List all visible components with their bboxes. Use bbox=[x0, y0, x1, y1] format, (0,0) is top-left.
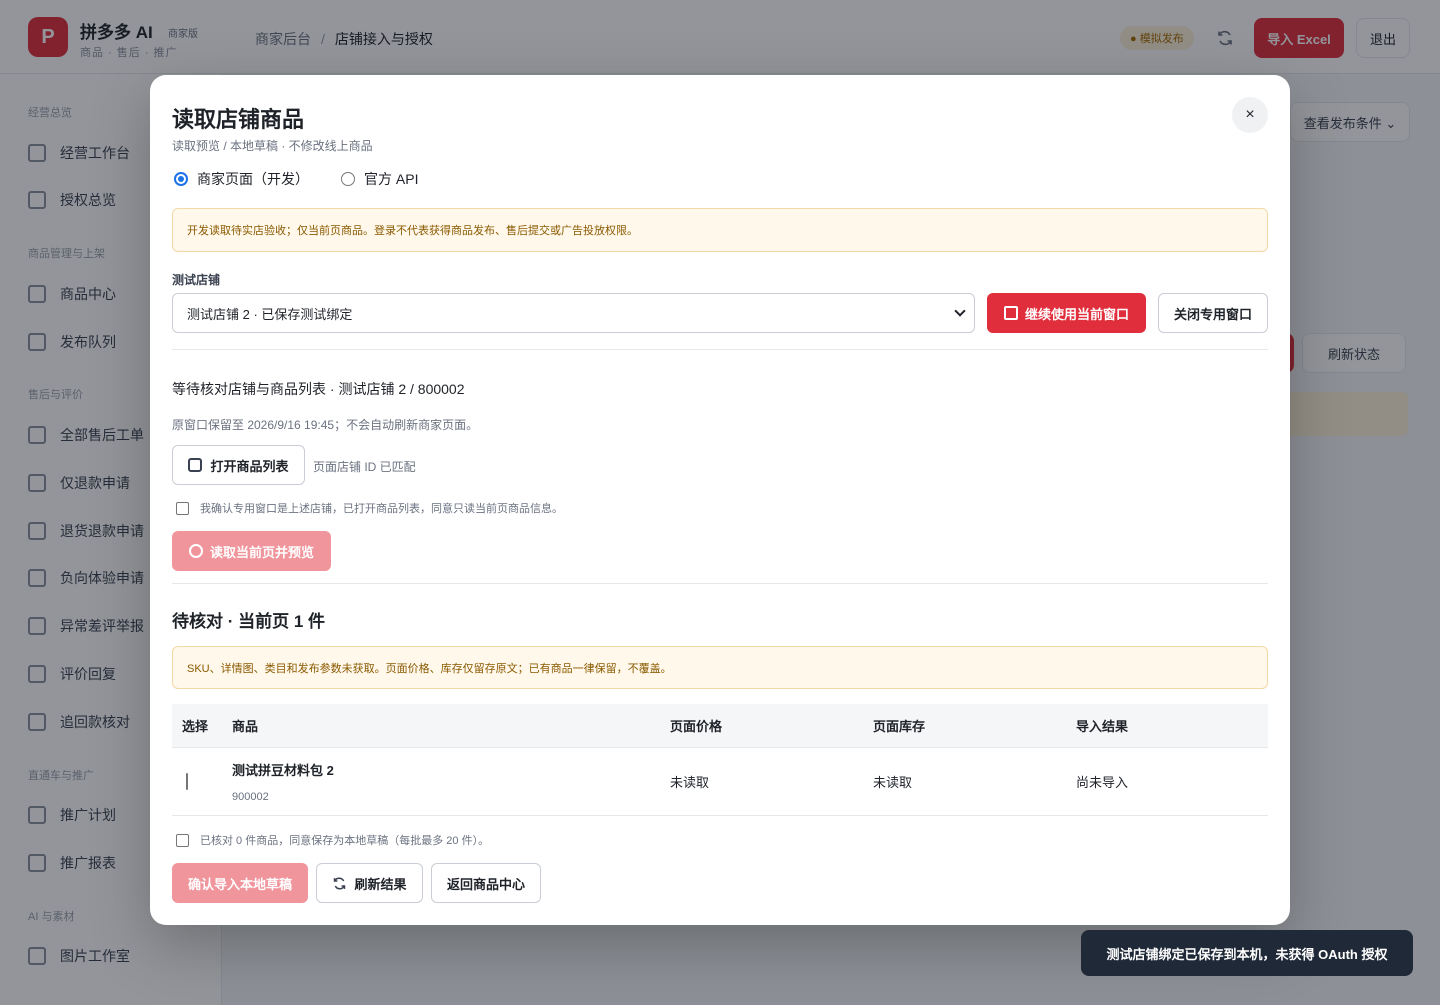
product-stock: 未读取 bbox=[873, 775, 913, 790]
store-icon bbox=[1003, 306, 1018, 320]
chevron-down-icon bbox=[954, 305, 966, 317]
dialog-subtitle: 读取预览 / 本地草稿 · 不修改线上商品 bbox=[172, 139, 373, 153]
close-icon[interactable]: × bbox=[1232, 97, 1268, 133]
confirm-window-checkbox-label[interactable]: 我确认专用窗口是上述店铺，已打开商品列表，同意只读当前页商品信息。 bbox=[200, 500, 563, 516]
pending-check-title: 等待核对店铺与商品列表 · 测试店铺 2 / 800002 bbox=[172, 381, 465, 397]
product-price: 未读取 bbox=[670, 775, 710, 790]
col-stock: 页面库存 bbox=[873, 719, 926, 734]
box-icon bbox=[188, 458, 203, 472]
open-product-list-button[interactable]: 打开商品列表 bbox=[172, 445, 305, 485]
dev-read-notice: 开发读取待实店验收；仅当前页商品。登录不代表获得商品发布、售后提交或广告投放权限… bbox=[172, 208, 1268, 252]
refresh-result-button[interactable]: 刷新结果 bbox=[316, 863, 423, 903]
window-keep-note: 原窗口保留至 2026/9/16 19:45；不会自动刷新商家页面。 bbox=[172, 418, 479, 432]
read-preview-button[interactable]: 读取当前页并预览 bbox=[172, 531, 331, 571]
refresh-icon bbox=[334, 876, 346, 890]
import-result: 尚未导入 bbox=[1076, 775, 1129, 790]
save-draft-checkbox[interactable] bbox=[176, 833, 189, 847]
store-select-value: 测试店铺 2 · 已保存测试绑定 bbox=[187, 306, 353, 322]
save-draft-checkbox-label[interactable]: 已核对 0 件商品，同意保存为本地草稿（每批最多 20 件）。 bbox=[200, 832, 489, 848]
store-id-match-status: 页面店铺 ID 已匹配 bbox=[313, 460, 416, 474]
save-draft-checkbox-row[interactable]: 已核对 0 件商品，同意保存为本地草稿（每批最多 20 件）。 bbox=[176, 832, 489, 848]
read-products-dialog: 读取店铺商品 读取预览 / 本地草稿 · 不修改线上商品 × 商家页面（开发） … bbox=[150, 75, 1290, 925]
radio-merchant-page[interactable] bbox=[174, 172, 188, 186]
store-field-label: 测试店铺 bbox=[172, 273, 221, 287]
dialog-title: 读取店铺商品 bbox=[172, 107, 305, 132]
col-select: 选择 bbox=[182, 719, 209, 734]
radio-official-api[interactable] bbox=[341, 172, 355, 186]
store-select[interactable]: 测试店铺 2 · 已保存测试绑定 bbox=[172, 293, 975, 333]
table-row: 测试拼豆材料包 2 900002 未读取 未读取 尚未导入 bbox=[172, 748, 1268, 816]
product-name: 测试拼豆材料包 2 bbox=[232, 763, 334, 778]
col-product: 商品 bbox=[232, 719, 259, 734]
col-price: 页面价格 bbox=[670, 719, 723, 734]
divider bbox=[172, 583, 1268, 584]
radio-label-official-api[interactable]: 官方 API bbox=[364, 169, 418, 189]
product-table: 选择 商品 页面价格 页面库存 导入结果 测试拼豆材料包 2 900002 未读… bbox=[172, 704, 1268, 816]
close-dedicated-window-button[interactable]: 关闭专用窗口 bbox=[1158, 293, 1268, 333]
back-to-products-button[interactable]: 返回商品中心 bbox=[431, 863, 541, 903]
row-select-checkbox[interactable] bbox=[186, 773, 188, 790]
radio-label-merchant-page[interactable]: 商家页面（开发） bbox=[197, 169, 309, 189]
review-section-title: 待核对 · 当前页 1 件 bbox=[172, 612, 326, 631]
toast-notification: 测试店铺绑定已保存到本机，未获得 OAuth 授权 bbox=[1081, 930, 1413, 976]
confirm-window-checkbox-row[interactable]: 我确认专用窗口是上述店铺，已打开商品列表，同意只读当前页商品信息。 bbox=[176, 500, 563, 516]
review-notice: SKU、详情图、类目和发布参数未获取。页面价格、库存仅留存原文；已有商品一律保留… bbox=[172, 646, 1268, 689]
refresh-icon bbox=[188, 544, 203, 558]
divider bbox=[172, 349, 1268, 350]
table-header: 选择 商品 页面价格 页面库存 导入结果 bbox=[172, 704, 1268, 748]
col-result: 导入结果 bbox=[1076, 719, 1129, 734]
mode-radio-group: 商家页面（开发） 官方 API bbox=[174, 169, 450, 189]
confirm-import-draft-button[interactable]: 确认导入本地草稿 bbox=[172, 863, 308, 903]
confirm-window-checkbox[interactable] bbox=[176, 501, 189, 515]
continue-current-window-button[interactable]: 继续使用当前窗口 bbox=[987, 293, 1146, 333]
product-id: 900002 bbox=[232, 791, 269, 803]
